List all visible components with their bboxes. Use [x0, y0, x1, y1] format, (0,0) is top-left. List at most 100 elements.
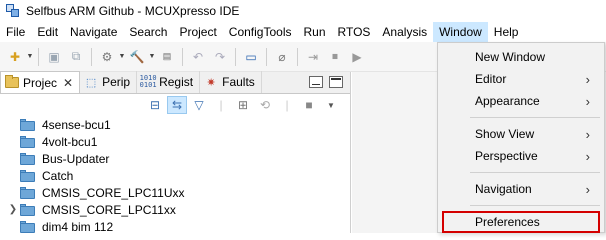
sync-icon[interactable]: ⟲: [255, 96, 275, 114]
toolbar-separator: [91, 47, 92, 66]
toolbar-separator: [235, 47, 236, 66]
project-folder-icon: [20, 203, 36, 216]
view-controls: [306, 71, 350, 93]
app-logo-icon: [6, 4, 20, 18]
build-dropdown-icon[interactable]: ▼: [148, 47, 156, 67]
save-icon[interactable]: ▣: [44, 47, 64, 67]
menu-search[interactable]: Search: [123, 22, 173, 42]
tab-label: Projec: [23, 75, 58, 90]
menu-configtools[interactable]: ConfigTools: [223, 22, 298, 42]
peripheral-icon: ⬚: [85, 76, 97, 89]
project-tree: 4sense-bcu1 4volt-bcu1 Bus-Updater Catch…: [0, 116, 350, 235]
window-menu-dropdown: New Window Editor › Appearance › Show Vi…: [437, 42, 605, 233]
menu-item-label: Preferences: [475, 215, 540, 229]
menu-edit[interactable]: Edit: [31, 22, 64, 42]
folder-icon: [5, 75, 19, 90]
menu-analysis[interactable]: Analysis: [376, 22, 433, 42]
undo-icon[interactable]: ↶: [188, 47, 208, 67]
view-tab-bar: Projec ✕ ⬚ Perip 1010 0101 Regist ✷ Fault…: [0, 71, 350, 94]
binary-icon[interactable]: ▤: [157, 47, 177, 67]
separator: |: [219, 98, 223, 112]
new-dropdown-icon[interactable]: ▼: [26, 47, 34, 67]
tree-item[interactable]: CMSIS_CORE_LPC11Uxx: [6, 184, 350, 201]
close-icon[interactable]: ✕: [63, 76, 73, 90]
menu-item-preferences[interactable]: Preferences: [442, 211, 600, 233]
skip-icon[interactable]: ⇥: [303, 47, 323, 67]
tab-faults[interactable]: ✷ Faults: [200, 71, 262, 93]
project-folder-icon: [20, 186, 36, 199]
chevron-right-icon[interactable]: ❯: [6, 204, 20, 215]
new-icon[interactable]: ✚: [5, 47, 25, 67]
project-folder-icon: [20, 118, 36, 131]
title-bar: Selfbus ARM Github - MCUXpresso IDE: [0, 0, 606, 22]
tab-peripherals[interactable]: ⬚ Perip: [80, 71, 138, 93]
menu-project[interactable]: Project: [173, 22, 222, 42]
menu-separator: [470, 172, 600, 173]
filter-icon[interactable]: ▽: [189, 96, 209, 114]
minimize-icon[interactable]: [309, 76, 323, 88]
tree-item-label: CMSIS_CORE_LPC11xx: [42, 202, 176, 217]
menu-separator: [470, 205, 600, 206]
tree-item[interactable]: 4volt-bcu1: [6, 133, 350, 150]
tree-item-label: Catch: [42, 168, 74, 183]
menu-separator: [470, 117, 600, 118]
menu-item-navigation[interactable]: Navigation ›: [438, 178, 604, 200]
tree-item[interactable]: Catch: [6, 167, 350, 184]
tab-label: Regist: [159, 75, 194, 89]
menu-item-editor[interactable]: Editor ›: [438, 68, 604, 90]
project-explorer-pane: Projec ✕ ⬚ Perip 1010 0101 Regist ✷ Fault…: [0, 71, 351, 235]
toolbar-separator: [182, 47, 183, 66]
view-toolbar: ⊟ ⇆ ▽ | ⊞ ⟲ | ■ ▼: [0, 94, 350, 116]
menu-item-label: Navigation: [475, 182, 532, 196]
tree-item-label: Bus-Updater: [42, 151, 110, 166]
pin-icon[interactable]: ⌀: [272, 47, 292, 67]
project-folder-icon: [20, 152, 36, 165]
project-folder-icon: [20, 220, 36, 233]
chevron-right-icon: ›: [585, 148, 590, 164]
menu-window[interactable]: Window: [433, 22, 488, 42]
menu-item-new-window[interactable]: New Window: [438, 46, 604, 68]
maximize-icon[interactable]: [329, 76, 343, 88]
toolbar-separator: [38, 47, 39, 66]
menu-file[interactable]: File: [0, 22, 31, 42]
square-icon[interactable]: ■: [299, 96, 319, 114]
tree-item[interactable]: Bus-Updater: [6, 150, 350, 167]
run-icon[interactable]: ▶: [347, 47, 367, 67]
stop-icon[interactable]: ⏹: [325, 47, 345, 67]
debug-icon[interactable]: ⚙: [97, 47, 117, 67]
tree-item-label: dim4 bim 112: [42, 219, 114, 234]
console-icon[interactable]: ▭: [241, 47, 261, 67]
menu-navigate[interactable]: Navigate: [64, 22, 123, 42]
menu-item-appearance[interactable]: Appearance ›: [438, 90, 604, 112]
menu-item-show-view[interactable]: Show View ›: [438, 123, 604, 145]
save-all-icon[interactable]: ⧉: [66, 47, 86, 67]
debug-dropdown-icon[interactable]: ▼: [118, 47, 126, 67]
tree-item[interactable]: 4sense-bcu1: [6, 116, 350, 133]
view-menu-icon[interactable]: ▼: [321, 96, 341, 114]
menu-item-label: Appearance: [475, 94, 540, 108]
chevron-right-icon: ›: [585, 93, 590, 109]
tree-item-label: 4sense-bcu1: [42, 117, 111, 132]
menu-item-perspective[interactable]: Perspective ›: [438, 145, 604, 167]
project-folder-icon: [20, 135, 36, 148]
link-with-editor-icon[interactable]: ⇆: [167, 96, 187, 114]
build-icon[interactable]: 🔨: [127, 47, 147, 67]
window-title: Selfbus ARM Github - MCUXpresso IDE: [26, 4, 240, 18]
redo-icon[interactable]: ↷: [210, 47, 230, 67]
tab-registers[interactable]: 1010 0101 Regist: [137, 71, 201, 93]
tab-project-explorer[interactable]: Projec ✕: [0, 71, 81, 93]
menu-rtos[interactable]: RTOS: [332, 22, 377, 42]
tree-item-label: CMSIS_CORE_LPC11Uxx: [42, 185, 185, 200]
bug-icon: ✷: [206, 76, 216, 89]
tree-item-label: 4volt-bcu1: [42, 134, 98, 149]
menu-item-label: New Window: [475, 50, 546, 64]
chevron-right-icon: ›: [585, 126, 590, 142]
menu-run[interactable]: Run: [298, 22, 332, 42]
menu-help[interactable]: Help: [488, 22, 525, 42]
toolbar-separator: [297, 47, 298, 66]
tree-item[interactable]: ❯ CMSIS_CORE_LPC11xx: [6, 201, 350, 218]
tree-item[interactable]: dim4 bim 112: [6, 218, 350, 235]
collapse-all-icon[interactable]: ⊟: [145, 96, 165, 114]
chevron-right-icon: ›: [585, 71, 590, 87]
grid-icon[interactable]: ⊞: [233, 96, 253, 114]
